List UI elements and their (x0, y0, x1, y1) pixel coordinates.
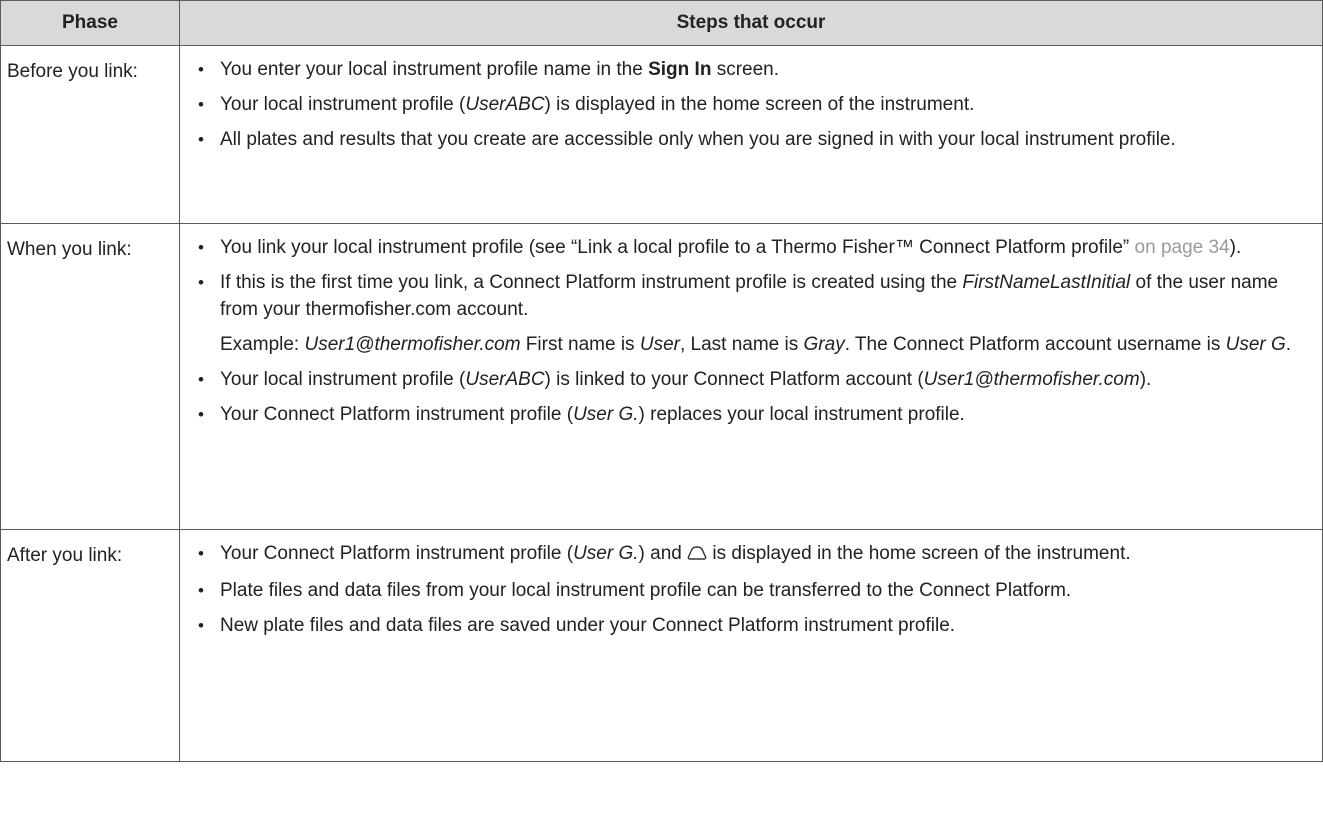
steps-list: • You enter your local instrument profile… (198, 56, 1314, 153)
header-row: Phase Steps that occur (0, 0, 1323, 46)
list-item: • If this is the first time you link, a C… (198, 269, 1314, 358)
step-text: . (1285, 334, 1292, 355)
list-item: • Your local instrument profile (UserABC)… (198, 366, 1314, 393)
steps-cell: • Your Connect Platform instrument profil… (179, 529, 1323, 762)
example-first-name: User (639, 334, 680, 355)
step-text: , Last name is (679, 334, 804, 355)
account-email: User1@thermofisher.com (923, 369, 1140, 390)
phase-cell: When you link: (0, 223, 180, 530)
bullet: • (198, 370, 204, 389)
steps-cell: • You enter your local instrument profile… (179, 45, 1323, 224)
list-item: • You enter your local instrument profile… (198, 56, 1314, 83)
step-text: ). (1139, 369, 1152, 390)
profile-name: User G. (573, 543, 639, 564)
list-item: • Plate files and data files from your lo… (198, 577, 1314, 604)
bullet: • (198, 238, 204, 257)
example-last-name: Gray (803, 334, 845, 355)
phase-cell: Before you link: (0, 45, 180, 224)
bullet: • (198, 581, 204, 600)
profile-name: User G. (573, 404, 639, 425)
bullet: • (198, 616, 204, 635)
step-text: All plates and results that you create a… (220, 129, 1176, 150)
link-phases-table: Phase Steps that occur Before you link: … (0, 0, 1323, 762)
steps-list: • Your Connect Platform instrument profil… (198, 540, 1314, 639)
bullet: • (198, 130, 204, 149)
step-text: You link your local instrument profile (… (220, 237, 1130, 258)
table-row: Before you link: • You enter your local i… (0, 45, 1323, 224)
example-text: Example: User1@thermofisher.com First na… (220, 331, 1314, 358)
example-lead: Example: (220, 334, 305, 355)
header-steps: Steps that occur (179, 0, 1323, 46)
table-row: When you link: • You link your local inst… (0, 223, 1323, 530)
phase-cell: After you link: (0, 529, 180, 762)
step-text: ) and (638, 543, 688, 564)
cloud-icon (687, 542, 707, 569)
step-text: screen. (711, 59, 780, 80)
example-email: User1@thermofisher.com (304, 334, 521, 355)
example-username: User G (1225, 334, 1286, 355)
step-text: Plate files and data files from your loc… (220, 580, 1072, 601)
step-text: New plate files and data files are saved… (220, 615, 956, 636)
step-text: Your local instrument profile ( (220, 94, 466, 115)
step-text: ). (1229, 237, 1242, 258)
bullet: • (198, 544, 204, 563)
list-item: • Your local instrument profile (UserABC)… (198, 91, 1314, 118)
table-row: After you link: • Your Connect Platform i… (0, 529, 1323, 762)
list-item: • Your Connect Platform instrument profil… (198, 540, 1314, 569)
bullet: • (198, 95, 204, 114)
page-reference-link[interactable]: on page 34 (1129, 237, 1230, 258)
list-item: • New plate files and data files are save… (198, 612, 1314, 639)
step-text: Your Connect Platform instrument profile… (220, 543, 574, 564)
list-item: • All plates and results that you create … (198, 126, 1314, 153)
step-text: ) is linked to your Connect Platform acc… (544, 369, 924, 390)
bullet: • (198, 405, 204, 424)
step-text: ) replaces your local instrument profile… (638, 404, 965, 425)
bullet: • (198, 60, 204, 79)
name-format: FirstNameLastInitial (962, 272, 1131, 293)
steps-list: • You link your local instrument profile … (198, 234, 1314, 428)
list-item: • You link your local instrument profile … (198, 234, 1314, 261)
step-text: ) is displayed in the home screen of the… (544, 94, 975, 115)
bullet: • (198, 273, 204, 292)
step-text: You enter your local instrument profile … (220, 59, 649, 80)
step-text: . The Connect Platform account username … (844, 334, 1226, 355)
profile-name: UserABC (465, 94, 545, 115)
sign-in-label: Sign In (648, 59, 712, 80)
step-text: Your Connect Platform instrument profile… (220, 404, 574, 425)
step-text: is displayed in the home screen of the i… (707, 543, 1131, 564)
steps-cell: • You link your local instrument profile … (179, 223, 1323, 530)
step-text: If this is the first time you link, a Co… (220, 272, 963, 293)
header-phase: Phase (0, 0, 180, 46)
step-text: First name is (520, 334, 640, 355)
list-item: • Your Connect Platform instrument profil… (198, 401, 1314, 428)
profile-name: UserABC (465, 369, 545, 390)
step-text: Your local instrument profile ( (220, 369, 466, 390)
